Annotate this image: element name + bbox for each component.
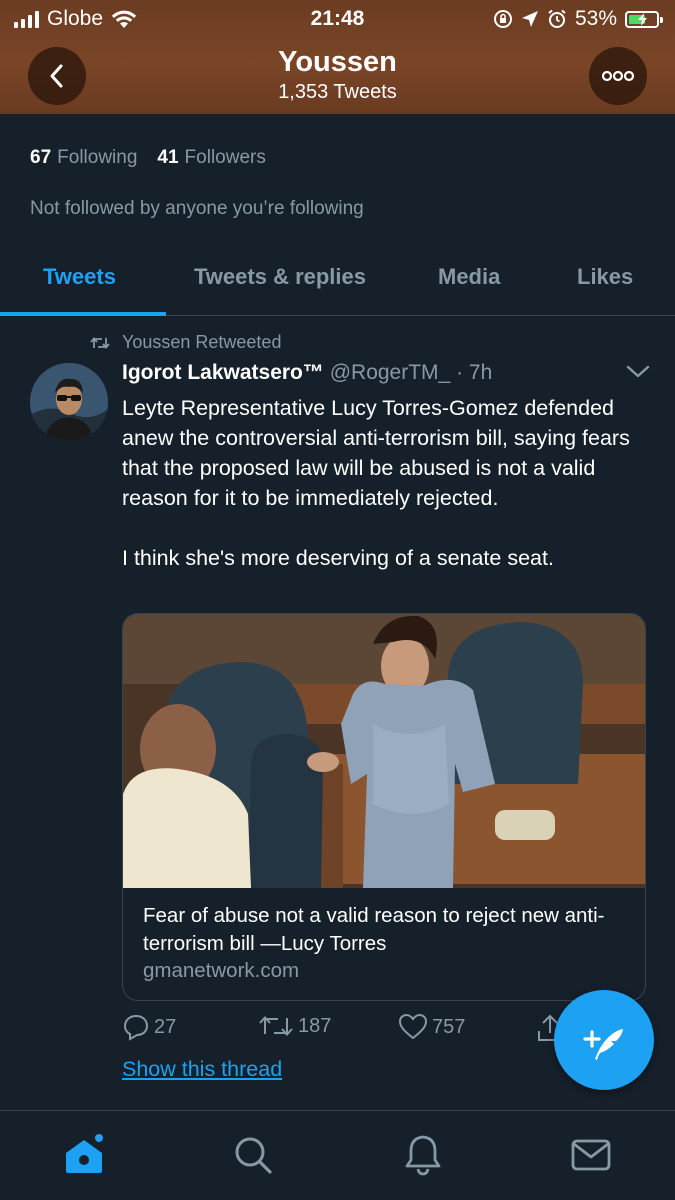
tweet-menu-button[interactable] (626, 364, 650, 385)
retweet-context: Youssen Retweeted (90, 332, 281, 353)
author-name[interactable]: Igorot Lakwatsero™ (122, 361, 324, 384)
nav-search[interactable] (229, 1131, 277, 1179)
battery-icon (625, 10, 663, 28)
profile-header: Globe 21:48 53% Youssen 1,353 Tweets (0, 0, 675, 114)
retweeted-by-label[interactable]: Youssen Retweeted (122, 332, 281, 353)
retweet-count: 187 (298, 1014, 332, 1037)
followers-label: Followers (184, 147, 266, 168)
followers-count: 41 (157, 147, 179, 168)
show-thread-link[interactable]: Show this thread (122, 1057, 282, 1082)
nav-notifications[interactable] (399, 1131, 447, 1179)
author-handle[interactable]: @RogerTM_ (330, 361, 451, 384)
active-tab-indicator (0, 312, 166, 316)
link-card-domain: gmanetwork.com (143, 959, 300, 982)
link-card-image (123, 614, 645, 888)
tweet-text-paragraph-2: I think she's more deserving of a senate… (122, 546, 554, 570)
link-card[interactable]: Fear of abuse not a valid reason to reje… (122, 613, 646, 1001)
bell-icon (405, 1135, 441, 1176)
follow-counts: 67 Following 41 Followers (30, 147, 266, 169)
heart-icon (398, 1013, 428, 1040)
following-count: 67 (30, 147, 52, 168)
reply-count: 27 (154, 1015, 177, 1038)
tweet-author-line: Igorot Lakwatsero™ @RogerTM_ · 7h (122, 361, 492, 385)
profile-tabs: Tweets Tweets & replies Media Likes (0, 238, 675, 316)
more-options-button[interactable] (589, 47, 647, 105)
retweet-button[interactable]: 187 (258, 1013, 331, 1039)
retweet-icon (90, 336, 110, 349)
mail-icon (571, 1139, 611, 1171)
link-card-title: Fear of abuse not a valid reason to reje… (143, 904, 605, 955)
home-icon (66, 1134, 103, 1173)
tweet-time: · 7h (456, 361, 493, 384)
more-horizontal-icon (601, 70, 635, 82)
tweet-text: Leyte Representative Lucy Torres-Gomez d… (122, 393, 652, 573)
retweet-icon (259, 1016, 293, 1036)
author-avatar[interactable] (30, 363, 108, 441)
tweet-count: 1,353 Tweets (278, 81, 397, 103)
reply-icon (123, 1014, 149, 1041)
tab-tweets[interactable]: Tweets (43, 264, 116, 290)
search-icon (235, 1137, 272, 1174)
tweet-text-paragraph-1: Leyte Representative Lucy Torres-Gomez d… (122, 396, 630, 510)
compose-tweet-icon (583, 1029, 623, 1060)
status-bar: Globe 21:48 53% (0, 0, 675, 40)
following-link[interactable]: 67 Following (30, 147, 137, 169)
profile-name-title: Youssen (278, 46, 397, 78)
following-label: Following (57, 147, 138, 168)
chevron-down-icon (626, 365, 650, 378)
reply-button[interactable]: 27 (122, 1013, 176, 1041)
battery-percent: 53% (574, 7, 617, 30)
tab-likes[interactable]: Likes (577, 264, 633, 290)
nav-messages[interactable] (567, 1131, 615, 1179)
tab-media[interactable]: Media (438, 264, 500, 290)
compose-tweet-button[interactable] (554, 990, 654, 1090)
like-count: 757 (432, 1015, 466, 1038)
like-button[interactable]: 757 (398, 1013, 465, 1041)
rotation-lock-icon (493, 10, 512, 28)
not-followed-text: Not followed by anyone you’re following (30, 198, 364, 219)
tab-tweets-replies[interactable]: Tweets & replies (194, 264, 366, 290)
followers-link[interactable]: 41 Followers (157, 147, 265, 169)
location-icon (521, 11, 538, 27)
nav-home[interactable] (60, 1131, 108, 1179)
alarm-icon (548, 9, 566, 28)
tweet-actions: 27 187 757 (122, 1013, 562, 1047)
bottom-navigation (0, 1110, 675, 1200)
